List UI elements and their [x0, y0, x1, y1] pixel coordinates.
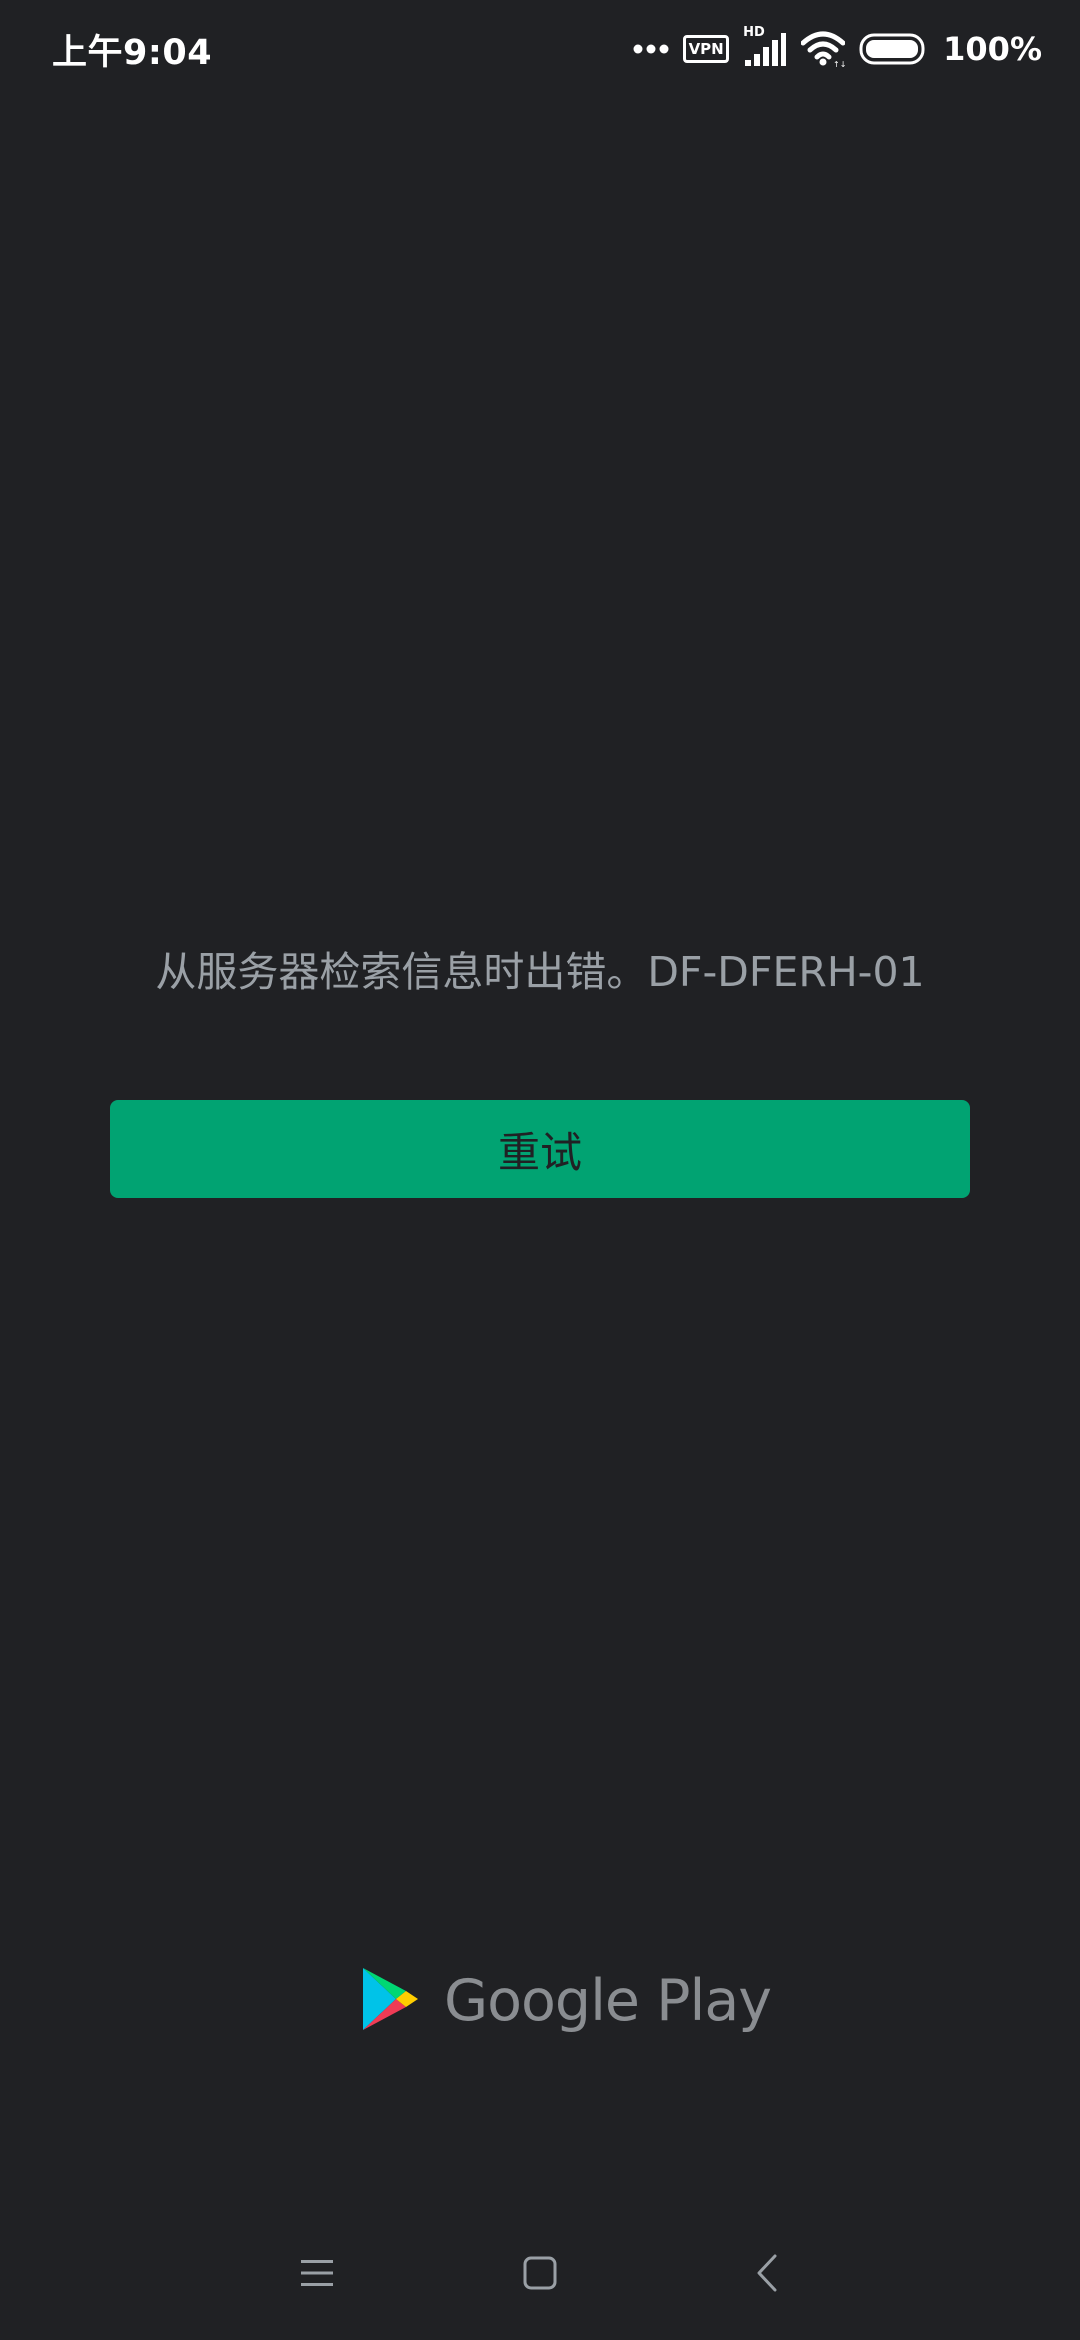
nav-home-button[interactable] — [495, 2230, 585, 2320]
status-bar: 上午9:04 VPN HD ↑↓ 100% — [0, 0, 1080, 96]
screen: 上午9:04 VPN HD ↑↓ 100% 从服务器检索信息时出错。DF-DFE… — [0, 0, 1080, 2340]
battery-percent: 100% — [943, 30, 1042, 68]
more-dots-icon — [633, 43, 669, 55]
menu-icon — [300, 2258, 334, 2292]
nav-back-button[interactable] — [722, 2230, 812, 2320]
home-icon — [523, 2256, 557, 2294]
nav-bar — [0, 2230, 1080, 2320]
wifi-icon: ↑↓ — [801, 31, 846, 67]
back-icon — [756, 2254, 778, 2296]
error-message: 从服务器检索信息时出错。DF-DFERH-01 — [155, 948, 925, 996]
hd-signal-icon: HD — [743, 26, 787, 68]
battery-icon — [859, 33, 929, 65]
vpn-label: VPN — [688, 39, 724, 58]
vpn-icon: VPN — [683, 35, 730, 63]
status-time: 上午9:04 — [52, 33, 213, 73]
svg-text:↑↓: ↑↓ — [833, 60, 845, 67]
google-play-icon — [360, 1966, 420, 2036]
google-play-logo: Google Play — [360, 1966, 772, 2036]
nav-menu-button[interactable] — [272, 2230, 362, 2320]
status-icons: VPN HD ↑↓ 100% — [633, 24, 1042, 74]
retry-button[interactable]: 重试 — [110, 1100, 970, 1198]
google-play-wordmark: Google Play — [444, 1968, 772, 2034]
retry-label: 重试 — [497, 1127, 582, 1177]
